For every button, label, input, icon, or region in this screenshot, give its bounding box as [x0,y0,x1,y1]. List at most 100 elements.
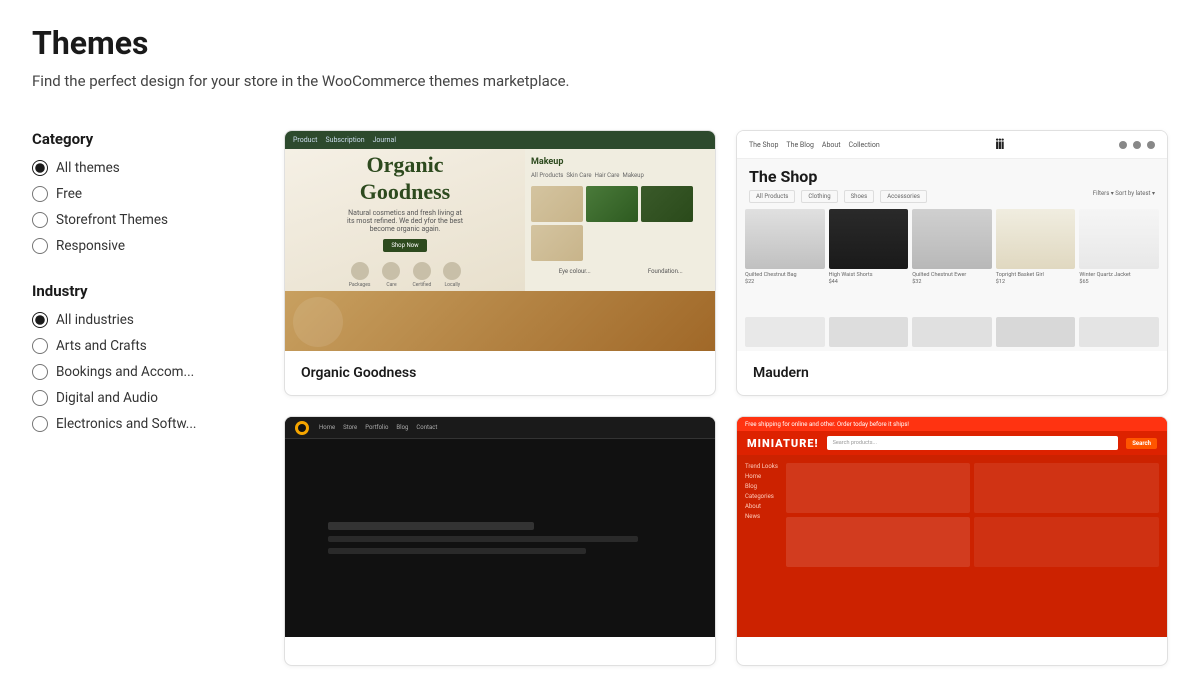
theme-card-organic-goodness[interactable]: Product Subscription Journal OrganicGood… [284,130,716,396]
ma-user-icon [1147,141,1155,149]
promo-nav-categories: Categories [745,493,778,500]
theme-name-dark [285,637,715,665]
radio-arts-crafts[interactable] [32,338,48,354]
og-nav-link-1: Product [293,136,317,144]
filter-arts-crafts[interactable]: Arts and Crafts [32,338,252,354]
filter-label-arts-crafts: Arts and Crafts [56,338,147,354]
ma-nav-links: The Shop The Blog About Collection [749,141,880,149]
ma-product-col-5: Winter Quartz Jacket$65 [1079,209,1159,309]
dark-content-inner [328,522,672,554]
ma-filter-accessories[interactable]: Accessories [880,190,927,203]
promo-search-text: Search products... [833,440,877,446]
sidebar: Category All themes Free Storefront Them… [32,130,252,666]
dark-logo-circle [295,421,309,435]
dark-main-content [285,439,715,637]
filter-responsive[interactable]: Responsive [32,238,252,254]
ma-nav-the-shop: The Shop [749,141,778,149]
ma-product-row2-4 [996,317,1076,347]
ma-product-img-3 [912,209,992,269]
page-title: Themes [32,24,1168,62]
og-icon-locally: Locally [443,262,461,288]
og-navbar: Product Subscription Journal [285,131,715,149]
dark-nav-portfolio: Portfolio [365,424,388,431]
promo-nav-home: Home [745,473,778,480]
radio-digital-audio[interactable] [32,390,48,406]
filter-label-bookings: Bookings and Accom... [56,364,194,380]
radio-all-themes[interactable] [32,160,48,176]
filter-label-storefront: Storefront Themes [56,212,168,228]
theme-card-promo[interactable]: Free shipping for online and other. Orde… [736,416,1168,666]
radio-electronics[interactable] [32,416,48,432]
promo-search-bar[interactable]: Search products... [827,436,1119,450]
og-icon-row: Packages Care Certified [349,262,462,288]
dark-line-3 [328,548,586,554]
ma-filter-bar: All Products Clothing Shoes Accessories … [737,190,1167,209]
filter-all-themes[interactable]: All themes [32,160,252,176]
theme-preview-organic: Product Subscription Journal OrganicGood… [285,131,715,351]
filter-bookings[interactable]: Bookings and Accom... [32,364,252,380]
promo-main [786,463,1159,629]
filter-label-responsive: Responsive [56,238,125,254]
ma-product-info-1: Quilted Chestnut Bag$22 [745,272,825,286]
theme-preview-dark: Home Store Portfolio Blog Contact [285,417,715,637]
og-right-panel: Makeup All ProductsSkin CareHair CareMak… [525,149,715,291]
promo-content: Trend Looks Home Blog Categories About N… [737,455,1167,637]
promo-search-button[interactable]: Search [1126,438,1157,449]
ma-product-col-2: High Waist Shorts$44 [829,209,909,309]
filter-label-all-industries: All industries [56,312,134,328]
og-cta-button[interactable]: Shop Now [383,239,426,252]
ma-product-row2-1 [745,317,825,347]
ma-product-info-4: Topright Basket Girl$12 [996,272,1076,286]
promo-nav-news: News [745,513,778,520]
filter-digital-audio[interactable]: Digital and Audio [32,390,252,406]
filter-storefront[interactable]: Storefront Themes [32,212,252,228]
og-icon-care: Care [382,262,400,288]
radio-all-industries[interactable] [32,312,48,328]
promo-logo: MINIATURE! [747,437,819,450]
theme-card-dark[interactable]: Home Store Portfolio Blog Contact [284,416,716,666]
og-hero-sub: Natural cosmetics and fresh living at it… [345,209,465,233]
radio-bookings[interactable] [32,364,48,380]
ma-product-img-4 [996,209,1076,269]
category-title: Category [32,130,252,148]
ma-filter-clothing[interactable]: Clothing [801,190,837,203]
radio-storefront[interactable] [32,212,48,228]
promo-item-2 [974,463,1159,513]
promo-nav-blog: Blog [745,483,778,490]
promo-item-1 [786,463,971,513]
promo-top-text: Free shipping for online and other. Orde… [745,421,909,428]
filter-free[interactable]: Free [32,186,252,202]
page-wrapper: Themes Find the perfect design for your … [0,0,1200,690]
dark-line-2 [328,536,638,542]
ma-filter-shoes[interactable]: Shoes [844,190,875,203]
og-hero: OrganicGoodness Natural cosmetics and fr… [285,149,525,291]
ma-product-row2-2 [829,317,909,347]
filter-label-electronics: Electronics and Softw... [56,416,196,432]
ma-products: Quilted Chestnut Bag$22 High Waist Short… [737,209,1167,309]
dark-nav-store: Store [343,424,357,431]
ma-product-row2-5 [1079,317,1159,347]
dark-nav-home: Home [319,424,335,431]
themes-grid: Product Subscription Journal OrganicGood… [284,130,1168,666]
ma-filter-all[interactable]: All Products [749,190,795,203]
radio-free[interactable] [32,186,48,202]
ma-product-img-1 [745,209,825,269]
theme-card-maudern[interactable]: The Shop The Blog About Collection iii T… [736,130,1168,396]
promo-item-3 [786,517,971,567]
content-area: Category All themes Free Storefront Them… [32,130,1168,666]
theme-name-maudern: Maudern [737,351,1167,395]
og-product-1 [531,186,583,222]
ma-product-img-5 [1079,209,1159,269]
filter-electronics[interactable]: Electronics and Softw... [32,416,252,432]
ma-sort[interactable]: Filters ▾ Sort by latest ▾ [1093,190,1155,203]
og-body: OrganicGoodness Natural cosmetics and fr… [285,149,715,291]
og-product-labels: Eye colour... Foundation... [531,268,709,275]
og-hero-title: OrganicGoodness [360,152,450,205]
ma-product-info-5: Winter Quartz Jacket$65 [1079,272,1159,286]
og-right-header: Makeup [531,155,709,169]
ma-nav-collection: Collection [849,141,880,149]
filter-all-industries[interactable]: All industries [32,312,252,328]
theme-preview-maudern: The Shop The Blog About Collection iii T… [737,131,1167,351]
filter-label-digital-audio: Digital and Audio [56,390,158,406]
radio-responsive[interactable] [32,238,48,254]
